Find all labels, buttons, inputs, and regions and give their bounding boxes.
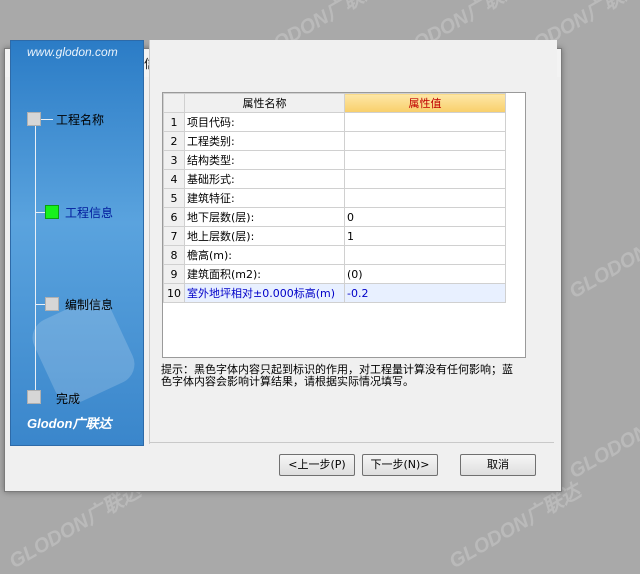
row-number: 10 <box>163 283 185 303</box>
hint-text: 提示：黑色字体内容只起到标识的作用，对工程量计算没有任何影响；蓝色字体内容会影响… <box>161 363 513 388</box>
table-header-row: 属性名称 属性值 <box>163 93 506 113</box>
next-button[interactable]: 下一步(N)> <box>362 454 438 476</box>
step-label-project-info: 工程信息 <box>65 206 114 220</box>
property-value[interactable] <box>344 112 506 132</box>
table-row-selected[interactable]: 10 室外地坪相对±0.000标高(m) -0.2 <box>163 283 506 303</box>
table-row[interactable]: 7 地上层数(层): 1 <box>163 226 506 246</box>
property-name: 结构类型: <box>184 150 345 170</box>
property-name: 建筑特征: <box>184 188 345 208</box>
row-number: 3 <box>163 150 185 170</box>
row-number: 9 <box>163 264 185 284</box>
property-table: 属性名称 属性值 1 项目代码: 2 工程类别: 3 结构类型: 4 基础形式:… <box>163 93 506 303</box>
cancel-button[interactable]: 取消 <box>460 454 536 476</box>
property-name: 地下层数(层): <box>184 207 345 227</box>
table-row[interactable]: 3 结构类型: <box>163 150 506 170</box>
row-number: 2 <box>163 131 185 151</box>
property-value[interactable] <box>344 150 506 170</box>
column-header-name: 属性名称 <box>184 93 345 113</box>
property-name: 地上层数(层): <box>184 226 345 246</box>
glodon-logo: Glodon广联达 <box>27 416 112 431</box>
property-name: 工程类别: <box>184 131 345 151</box>
step-marker-project-info <box>45 205 59 219</box>
step-marker-compile-info <box>45 297 59 311</box>
property-value[interactable]: (0) <box>344 264 506 284</box>
table-row[interactable]: 8 檐高(m): <box>163 245 506 265</box>
step-marker-finish <box>27 390 41 404</box>
row-number: 5 <box>163 188 185 208</box>
step-connector <box>41 119 53 120</box>
site-url: www.glodon.com <box>27 45 118 59</box>
column-header-value: 属性值 <box>344 93 506 113</box>
row-number: 7 <box>163 226 185 246</box>
property-name: 基础形式: <box>184 169 345 189</box>
row-number-header <box>163 93 185 113</box>
table-row[interactable]: 1 项目代码: <box>163 112 506 132</box>
property-name: 建筑面积(m2): <box>184 264 345 284</box>
watermark: GLODON广联达 <box>565 390 640 484</box>
property-grid: 属性名称 属性值 1 项目代码: 2 工程类别: 3 结构类型: 4 基础形式:… <box>162 92 526 358</box>
property-value[interactable] <box>344 245 506 265</box>
property-name: 室外地坪相对±0.000标高(m) <box>184 283 345 303</box>
row-number: 4 <box>163 169 185 189</box>
step-label-compile-info: 编制信息 <box>65 298 114 312</box>
property-value[interactable]: -0.2 <box>344 283 506 303</box>
wizard-sidebar: www.glodon.com 工程名称 工程信息 编制信息 完成 Glodon广… <box>10 40 144 446</box>
property-name: 檐高(m): <box>184 245 345 265</box>
step-connector <box>35 304 45 305</box>
step-connector-line <box>35 117 36 397</box>
step-connector <box>35 212 45 213</box>
watermark: GLODON广联达 <box>565 210 640 304</box>
property-value[interactable] <box>344 169 506 189</box>
table-row[interactable]: 9 建筑面积(m2): (0) <box>163 264 506 284</box>
step-label-finish: 完成 <box>56 392 81 406</box>
step-label-project-name: 工程名称 <box>56 113 105 127</box>
property-value[interactable] <box>344 131 506 151</box>
table-row[interactable]: 6 地下层数(层): 0 <box>163 207 506 227</box>
property-value[interactable]: 0 <box>344 207 506 227</box>
button-separator <box>150 442 554 443</box>
table-row[interactable]: 5 建筑特征: <box>163 188 506 208</box>
step-marker-project-name <box>27 112 41 126</box>
table-row[interactable]: 2 工程类别: <box>163 131 506 151</box>
property-value[interactable]: 1 <box>344 226 506 246</box>
previous-button[interactable]: <上一步(P) <box>279 454 355 476</box>
row-number: 1 <box>163 112 185 132</box>
property-name: 项目代码: <box>184 112 345 132</box>
row-number: 8 <box>163 245 185 265</box>
property-value[interactable] <box>344 188 506 208</box>
table-row[interactable]: 4 基础形式: <box>163 169 506 189</box>
row-number: 6 <box>163 207 185 227</box>
